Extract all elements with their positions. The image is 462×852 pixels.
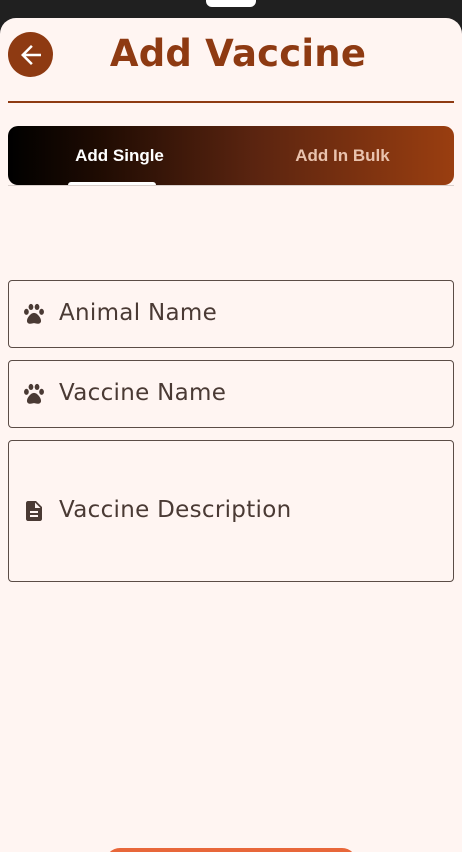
vaccine-name-placeholder: Vaccine Name bbox=[59, 380, 227, 406]
submit-button[interactable] bbox=[105, 848, 357, 852]
vaccine-description-field[interactable]: Vaccine Description bbox=[8, 440, 454, 582]
vaccine-name-field[interactable]: Vaccine Name bbox=[8, 360, 454, 428]
tab-divider bbox=[8, 185, 454, 186]
app-screen: Add Vaccine Add Single Add In Bulk Anima… bbox=[0, 18, 462, 852]
title-divider bbox=[8, 101, 454, 103]
animal-name-placeholder: Animal Name bbox=[59, 300, 218, 326]
tab-add-single[interactable]: Add Single bbox=[8, 126, 231, 185]
paw-icon bbox=[21, 301, 47, 327]
animal-name-field[interactable]: Animal Name bbox=[8, 280, 454, 348]
document-icon bbox=[21, 498, 47, 524]
page-title: Add Vaccine bbox=[109, 32, 367, 75]
vaccine-description-placeholder: Vaccine Description bbox=[59, 497, 292, 523]
tab-bar: Add Single Add In Bulk bbox=[8, 126, 454, 185]
top-notch bbox=[206, 0, 256, 7]
tab-add-in-bulk[interactable]: Add In Bulk bbox=[231, 126, 454, 185]
paw-icon bbox=[21, 381, 47, 407]
